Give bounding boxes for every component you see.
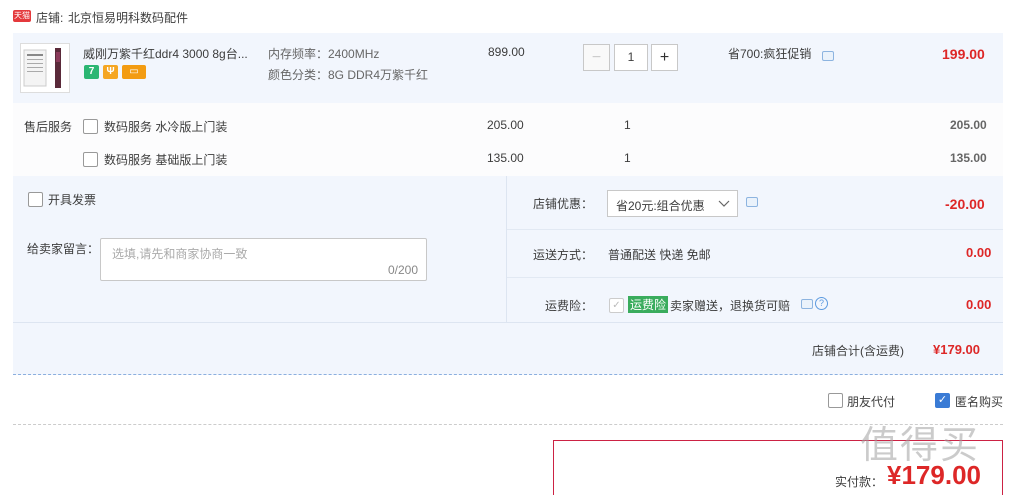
service-qty-basic: 1 <box>624 151 631 165</box>
insurance-tag: 运费险 <box>628 296 669 313</box>
divider <box>507 229 1003 230</box>
quantity-increase-button[interactable]: + <box>651 44 678 71</box>
discount-amount: -20.00 <box>945 196 985 212</box>
after-sales-label: 售后服务 <box>24 120 73 134</box>
quantity-decrease-button[interactable]: − <box>583 44 610 71</box>
quality-guarantee-icon: Ψ <box>103 65 118 79</box>
item-spec-frequency: 内存频率：2400MHz <box>268 47 380 61</box>
product-thumbnail[interactable] <box>20 43 70 93</box>
discount-label: 店铺优惠： <box>533 197 594 211</box>
service-name-basic: 数码服务 基础版上门装 <box>104 153 228 167</box>
payment-label: 实付款： <box>835 475 884 489</box>
shop-label: 店铺: <box>36 11 64 25</box>
watermark: 值得买 <box>860 425 981 467</box>
shipping-label: 运送方式： <box>533 248 594 262</box>
insurance-label: 运费险： <box>545 299 594 313</box>
seller-message-input[interactable]: 选填,请先和商家协商一致 0/200 <box>100 238 427 281</box>
discount-selected: 省20元:组合优惠 <box>616 199 705 213</box>
quantity-input[interactable]: 1 <box>614 44 648 71</box>
product-image-icon <box>23 48 61 88</box>
service-total-watercooled: 205.00 <box>950 118 987 132</box>
shop-total-amount: ¥179.00 <box>933 342 980 357</box>
service-checkbox-watercooled[interactable] <box>83 119 98 134</box>
chat-bubble-icon[interactable] <box>746 197 758 207</box>
message-label: 给卖家留言： <box>27 242 100 256</box>
shop-name[interactable]: 北京恒易明科数码配件 <box>68 9 188 26</box>
help-icon[interactable]: ? <box>815 297 828 310</box>
seven-day-return-icon: 7 <box>84 65 99 79</box>
service-price-watercooled: 205.00 <box>487 118 524 132</box>
message-counter: 0/200 <box>387 263 418 277</box>
discount-select[interactable]: 省20元:组合优惠 <box>607 190 738 217</box>
service-name-watercooled: 数码服务 水冷版上门装 <box>104 120 228 134</box>
shop-total-label: 店铺合计(含运费) <box>812 344 904 358</box>
chat-bubble-icon[interactable] <box>822 51 834 61</box>
item-subtotal: 199.00 <box>942 46 985 62</box>
credit-card-icon: ▭ <box>122 65 146 79</box>
item-spec-color: 颜色分类：8G DDR4万紫千红 <box>268 68 429 82</box>
item-title[interactable]: 威刚万紫千红ddr4 3000 8g台... <box>83 45 263 62</box>
shipping-amount: 0.00 <box>966 245 992 260</box>
message-placeholder: 选填,请先和商家协商一致 <box>112 247 248 261</box>
service-total-basic: 135.00 <box>950 151 987 165</box>
tmall-logo-icon: 天猫 <box>13 10 31 22</box>
service-qty-watercooled: 1 <box>624 118 631 132</box>
item-promo: 省700:疯狂促销 <box>728 47 812 61</box>
anonymous-checkbox[interactable]: ✓ <box>935 393 950 408</box>
shipping-method: 普通配送 快递 免邮 <box>608 248 711 262</box>
invoice-label: 开具发票 <box>48 193 97 207</box>
insurance-checkbox[interactable]: ✓ <box>609 298 624 313</box>
insurance-text: 卖家赠送，退换货可赔 <box>670 299 791 313</box>
chat-bubble-icon[interactable] <box>801 299 813 309</box>
friend-pay-label: 朋友代付 <box>847 395 896 409</box>
service-price-basic: 135.00 <box>487 151 524 165</box>
service-checkbox-basic[interactable] <box>83 152 98 167</box>
divider <box>507 277 1003 278</box>
invoice-checkbox[interactable] <box>28 192 43 207</box>
chevron-down-icon <box>718 200 730 207</box>
insurance-amount: 0.00 <box>966 297 992 312</box>
friend-pay-checkbox[interactable] <box>828 393 843 408</box>
anonymous-label: 匿名购买 <box>955 395 1004 409</box>
divider <box>13 424 1003 425</box>
item-main-row <box>13 33 1003 103</box>
unit-price: 899.00 <box>488 45 525 59</box>
